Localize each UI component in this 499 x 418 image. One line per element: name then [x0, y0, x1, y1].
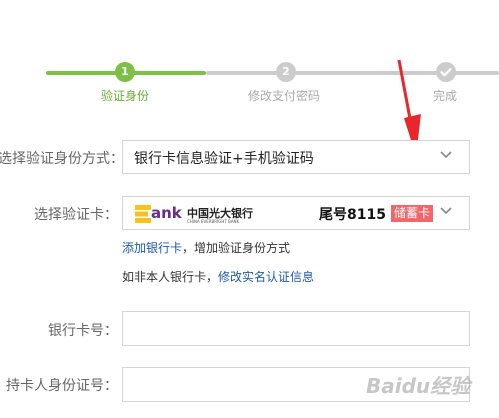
method-label: 选择验证身份方式： [0, 151, 124, 167]
bank-b-mark-icon [135, 205, 151, 223]
card-label: 选择验证卡： [34, 207, 118, 223]
watermark-text: Baidu经验 [366, 374, 471, 398]
card-select[interactable]: ank 中国光大银行 CHINA EVERBRIGHT BANK 尾号8115 … [122, 196, 470, 230]
add-card-link[interactable]: 添加银行卡 [122, 241, 182, 255]
method-select-value: 银行卡信息验证+手机验证码 [134, 151, 314, 167]
bank-logo-mark: ank [151, 204, 182, 222]
step-3-circle [436, 62, 456, 82]
step-2-label: 修改支付密码 [248, 89, 321, 103]
not-self-text: 如非本人银行卡， [122, 270, 219, 284]
chevron-down-icon [440, 151, 452, 159]
modify-realname-link[interactable]: 修改实名认证信息 [218, 270, 314, 284]
not-self-line: 如非本人银行卡，修改实名认证信息 [122, 268, 314, 285]
step-1-label: 验证身份 [101, 89, 150, 103]
bank-logo: ank [135, 203, 182, 225]
method-select[interactable]: 银行卡信息验证+手机验证码 [122, 140, 470, 174]
bank-name-en: CHINA EVERBRIGHT BANK [187, 219, 240, 224]
baidu-watermark: Baidu经验 [366, 370, 470, 399]
card-type-badge: 储蓄卡 [391, 205, 434, 222]
add-card-suffix: ，增加验证身份方式 [182, 241, 291, 255]
card-tail-number: 尾号8115 [319, 207, 386, 223]
step-3-label: 完成 [433, 89, 458, 103]
add-card-line: 添加银行卡，增加验证身份方式 [122, 239, 290, 256]
step-1-circle: 1 [115, 62, 135, 82]
card-number-label: 银行卡号： [48, 323, 118, 339]
check-icon [440, 68, 452, 77]
card-number-input[interactable] [122, 311, 470, 346]
id-number-label: 持卡人身份证号： [6, 378, 118, 394]
step-2-circle: 2 [276, 62, 296, 82]
chevron-down-icon [440, 207, 452, 215]
